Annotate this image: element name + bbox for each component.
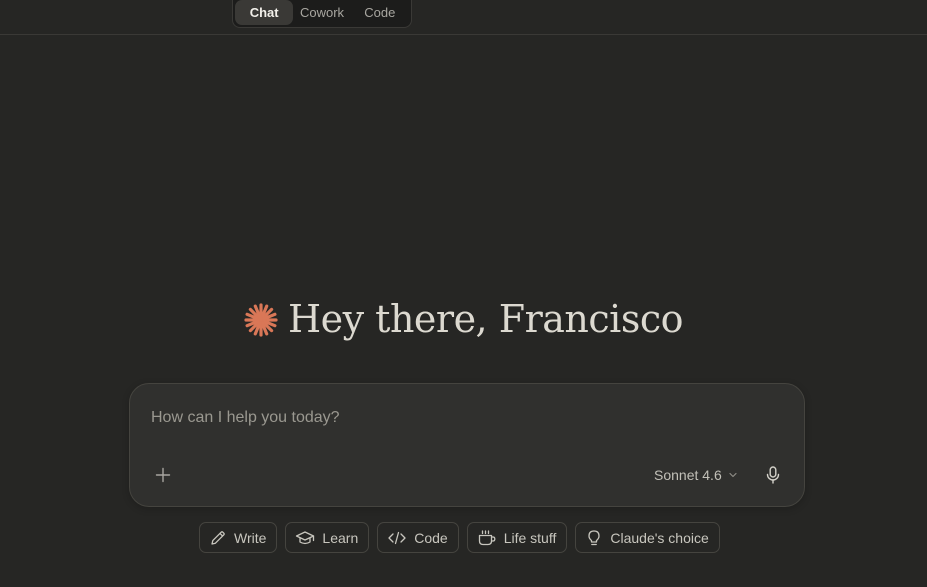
voice-input-button[interactable]	[762, 464, 784, 486]
add-attachment-button[interactable]	[150, 464, 176, 486]
chip-label: Claude's choice	[610, 529, 709, 546]
graduation-cap-icon	[296, 530, 315, 544]
suggestion-chips: Write Learn Code Life stuff Claude's cho…	[199, 522, 720, 553]
tab-cowork[interactable]: Cowork	[293, 0, 350, 25]
chevron-down-icon	[729, 472, 737, 478]
top-bar: Chat Cowork Code	[0, 0, 927, 35]
tab-code[interactable]: Code	[351, 0, 409, 25]
chip-learn[interactable]: Learn	[285, 522, 370, 553]
tab-chat[interactable]: Chat	[235, 0, 294, 25]
message-composer: Sonnet 4.6	[129, 383, 805, 507]
model-selector[interactable]: Sonnet 4.6	[654, 464, 738, 486]
code-icon	[388, 531, 406, 544]
chip-label: Life stuff	[503, 529, 557, 546]
chip-life-stuff[interactable]: Life stuff	[466, 522, 568, 553]
model-label: Sonnet 4.6	[654, 467, 722, 483]
chip-label: Code	[414, 529, 448, 546]
mode-switcher: Chat Cowork Code	[232, 0, 412, 28]
chip-label: Write	[234, 529, 267, 546]
chip-write[interactable]: Write	[199, 522, 278, 553]
coffee-cup-icon	[478, 529, 496, 545]
lightbulb-icon	[588, 529, 601, 545]
message-input[interactable]	[151, 406, 771, 430]
greeting: Hey there, Francisco	[0, 297, 927, 341]
greeting-text: Hey there, Francisco	[288, 297, 683, 341]
chip-code[interactable]: Code	[377, 522, 459, 553]
claude-spark-icon	[244, 303, 278, 337]
chip-label: Learn	[322, 529, 359, 546]
chip-claudes-choice[interactable]: Claude's choice	[575, 522, 720, 553]
pencil-icon	[211, 530, 225, 545]
microphone-icon	[766, 466, 780, 484]
plus-icon	[155, 467, 171, 483]
